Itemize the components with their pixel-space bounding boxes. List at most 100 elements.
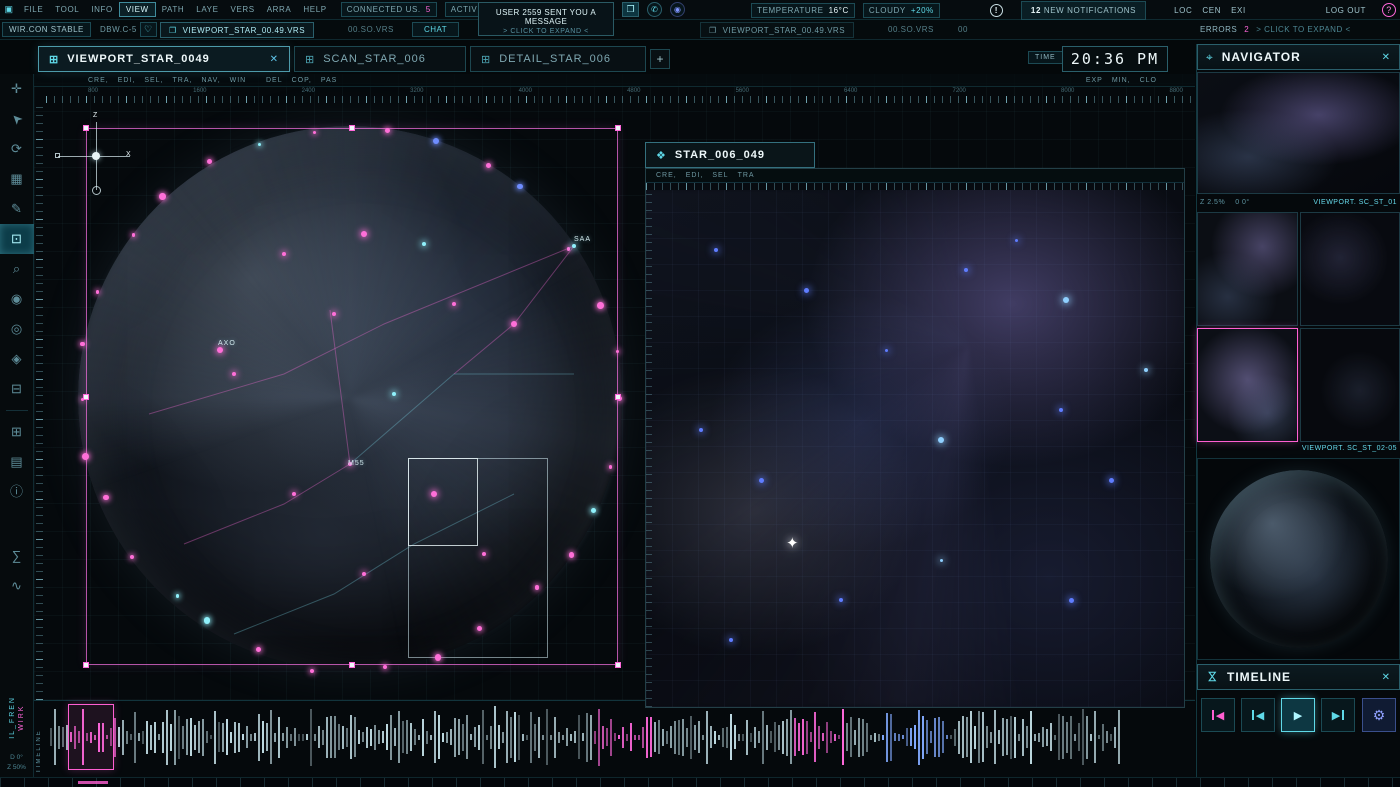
waveform[interactable] xyxy=(50,705,1191,769)
warning-icon[interactable]: ! xyxy=(989,3,1003,17)
viewport-window-menu[interactable]: EXP MIN, CLO xyxy=(1086,77,1157,84)
detail-ruler-horizontal xyxy=(646,183,1184,190)
settings-button[interactable]: ⚙ xyxy=(1362,698,1396,732)
waveform-bar xyxy=(606,728,608,746)
star-marker[interactable]: ✦ xyxy=(786,534,799,552)
errors-status[interactable]: ERRORS 2 > CLICK TO EXPAND < xyxy=(1200,25,1351,34)
menu-arra[interactable]: ARRA xyxy=(261,3,298,16)
viewport-icon[interactable]: ⊡ xyxy=(0,224,34,254)
lock-icon[interactable]: ⊟ xyxy=(0,374,34,404)
mask-icon[interactable]: ◎ xyxy=(0,314,34,344)
glow-dot xyxy=(615,349,619,353)
app-icon[interactable]: ▣ xyxy=(2,4,16,15)
phone-icon[interactable]: ✆ xyxy=(647,2,662,17)
pen-icon[interactable]: ✎ xyxy=(0,194,34,224)
timeline-track[interactable]: TIMELINE xyxy=(34,700,1195,777)
menu-vers[interactable]: VERS xyxy=(225,3,261,16)
wave-icon[interactable]: ∿ xyxy=(0,571,34,601)
viewport-edit-menu[interactable]: DEL COP, PAS xyxy=(266,77,337,84)
selection-handle[interactable] xyxy=(615,393,621,400)
window-icon[interactable]: ⊞ xyxy=(0,417,34,447)
thumbnail-sc-st-04-selected[interactable] xyxy=(1197,328,1298,442)
menubar-items: FILE TOOL INFO VIEW PATH LAYE VERS ARRA HELP xyxy=(18,2,333,17)
selection-handle[interactable] xyxy=(83,125,89,131)
waveform-bar xyxy=(718,734,720,740)
node-icon[interactable]: ◈ xyxy=(0,344,34,374)
message-banner[interactable]: USER 2559 SENT YOU A MESSAGE > CLICK TO … xyxy=(478,2,614,36)
camera-icon[interactable]: ◉ xyxy=(0,284,34,314)
waveform-bar xyxy=(262,721,264,753)
waveform-bar xyxy=(1018,733,1020,741)
folder-icon[interactable]: ❐ xyxy=(622,2,639,17)
gizmo-origin[interactable] xyxy=(92,152,100,160)
viewport-menu[interactable]: CRE, EDI, SEL, TRA, NAV, WIN xyxy=(88,77,246,84)
nebula-image[interactable]: ✦ xyxy=(646,190,1184,707)
open-file-tab[interactable]: ❐ VIEWPORT_STAR_00.49.VRS xyxy=(700,22,855,38)
layers-icon[interactable]: ▤ xyxy=(0,447,34,477)
selection-handle[interactable] xyxy=(349,662,355,668)
menu-tool[interactable]: TOOL xyxy=(49,3,85,16)
app-root: ▣ FILE TOOL INFO VIEW PATH LAYE VERS ARRA HELP C… xyxy=(0,0,1400,787)
waveform-bar xyxy=(846,723,848,751)
notifications-badge[interactable]: 12 NEW NOTIFICATIONS xyxy=(1020,0,1147,20)
detail-menu[interactable]: CRE, EDI, SEL TRA xyxy=(646,169,1184,183)
search-icon[interactable]: ⌕ xyxy=(0,254,34,284)
waveform-bar xyxy=(450,729,452,745)
timeline-panel-header[interactable]: ⋈ TIMELINE ✕ xyxy=(1197,664,1400,690)
info-icon[interactable]: ⓘ xyxy=(0,477,34,507)
connected-users-chip[interactable]: CONNECTED US. 5 xyxy=(340,2,437,17)
waveform-bar xyxy=(730,714,732,760)
navigator-thumbnail-large[interactable] xyxy=(1197,72,1400,194)
logout-button[interactable]: LOG OUT xyxy=(1326,6,1366,15)
navigator-planet-preview[interactable] xyxy=(1197,458,1400,660)
selection-handle[interactable] xyxy=(83,393,89,400)
tab-scan_star_006[interactable]: ⊞ SCAN_STAR_006 xyxy=(294,46,466,72)
heart-icon[interactable]: ♡ xyxy=(140,22,157,37)
close-icon[interactable]: ✕ xyxy=(1382,52,1391,63)
frame-icon[interactable]: ▦ xyxy=(0,164,34,194)
user-icon[interactable]: ◉ xyxy=(670,2,685,17)
menu-file[interactable]: FILE xyxy=(18,3,49,16)
waveform-bar xyxy=(634,734,636,740)
menu-view[interactable]: VIEW xyxy=(118,2,156,17)
selection-handle[interactable] xyxy=(615,125,621,131)
help-button[interactable]: ? xyxy=(1382,3,1396,17)
waveform-bar xyxy=(214,710,216,764)
add-tab-button[interactable]: + xyxy=(650,49,670,69)
sub-selection-rect-small[interactable] xyxy=(408,458,478,546)
waveform-bar xyxy=(874,732,876,742)
thumbnail-sc-st-05[interactable] xyxy=(1299,328,1400,442)
detail-window-titlebar[interactable]: ❖ STAR_006_049 xyxy=(645,142,815,168)
step-back-button[interactable]: ◀ xyxy=(1241,698,1275,732)
tab-viewport_star_0049[interactable]: ⊞ VIEWPORT_STAR_0049 ✕ xyxy=(38,46,290,72)
gizmo-ring[interactable] xyxy=(92,186,101,195)
menu-laye[interactable]: LAYE xyxy=(190,3,224,16)
thumbnail-sc-st-03[interactable] xyxy=(1299,212,1400,326)
glow-dot xyxy=(292,492,296,496)
play-button[interactable]: ▶ xyxy=(1281,698,1315,732)
close-icon[interactable]: ✕ xyxy=(270,54,279,65)
menu-info[interactable]: INFO xyxy=(85,3,119,16)
close-icon[interactable]: ✕ xyxy=(1382,672,1391,683)
bottom-scrollbar[interactable] xyxy=(0,777,1400,787)
exi-button[interactable]: EXI xyxy=(1231,6,1246,15)
gizmo-square[interactable] xyxy=(55,153,60,158)
loc-button[interactable]: LOC xyxy=(1174,6,1192,15)
vector-icon[interactable]: ∑ xyxy=(0,541,34,571)
selection-handle[interactable] xyxy=(83,662,89,668)
open-file-tab-active[interactable]: ❐ VIEWPORT_STAR_00.49.VRS xyxy=(160,22,315,38)
scroll-position-marker[interactable] xyxy=(78,781,108,784)
navigator-header[interactable]: ⌖ NAVIGATOR ✕ xyxy=(1197,44,1400,70)
step-forward-button[interactable]: ▶ xyxy=(1321,698,1355,732)
tab-detail_star_006[interactable]: ⊞ DETAIL_STAR_006 xyxy=(470,46,646,72)
selection-handle[interactable] xyxy=(349,125,355,131)
menu-path[interactable]: PATH xyxy=(156,3,191,16)
selection-handle[interactable] xyxy=(615,662,621,668)
cen-button[interactable]: CEN xyxy=(1202,6,1221,15)
menu-help[interactable]: HELP xyxy=(297,3,332,16)
thumbnail-sc-st-02[interactable] xyxy=(1197,212,1298,326)
chat-tab[interactable]: CHAT xyxy=(412,22,460,37)
skip-start-button[interactable]: ◀ xyxy=(1201,698,1235,732)
viewport-icon: ⊞ xyxy=(305,53,316,66)
timeline-selection[interactable] xyxy=(68,704,114,770)
